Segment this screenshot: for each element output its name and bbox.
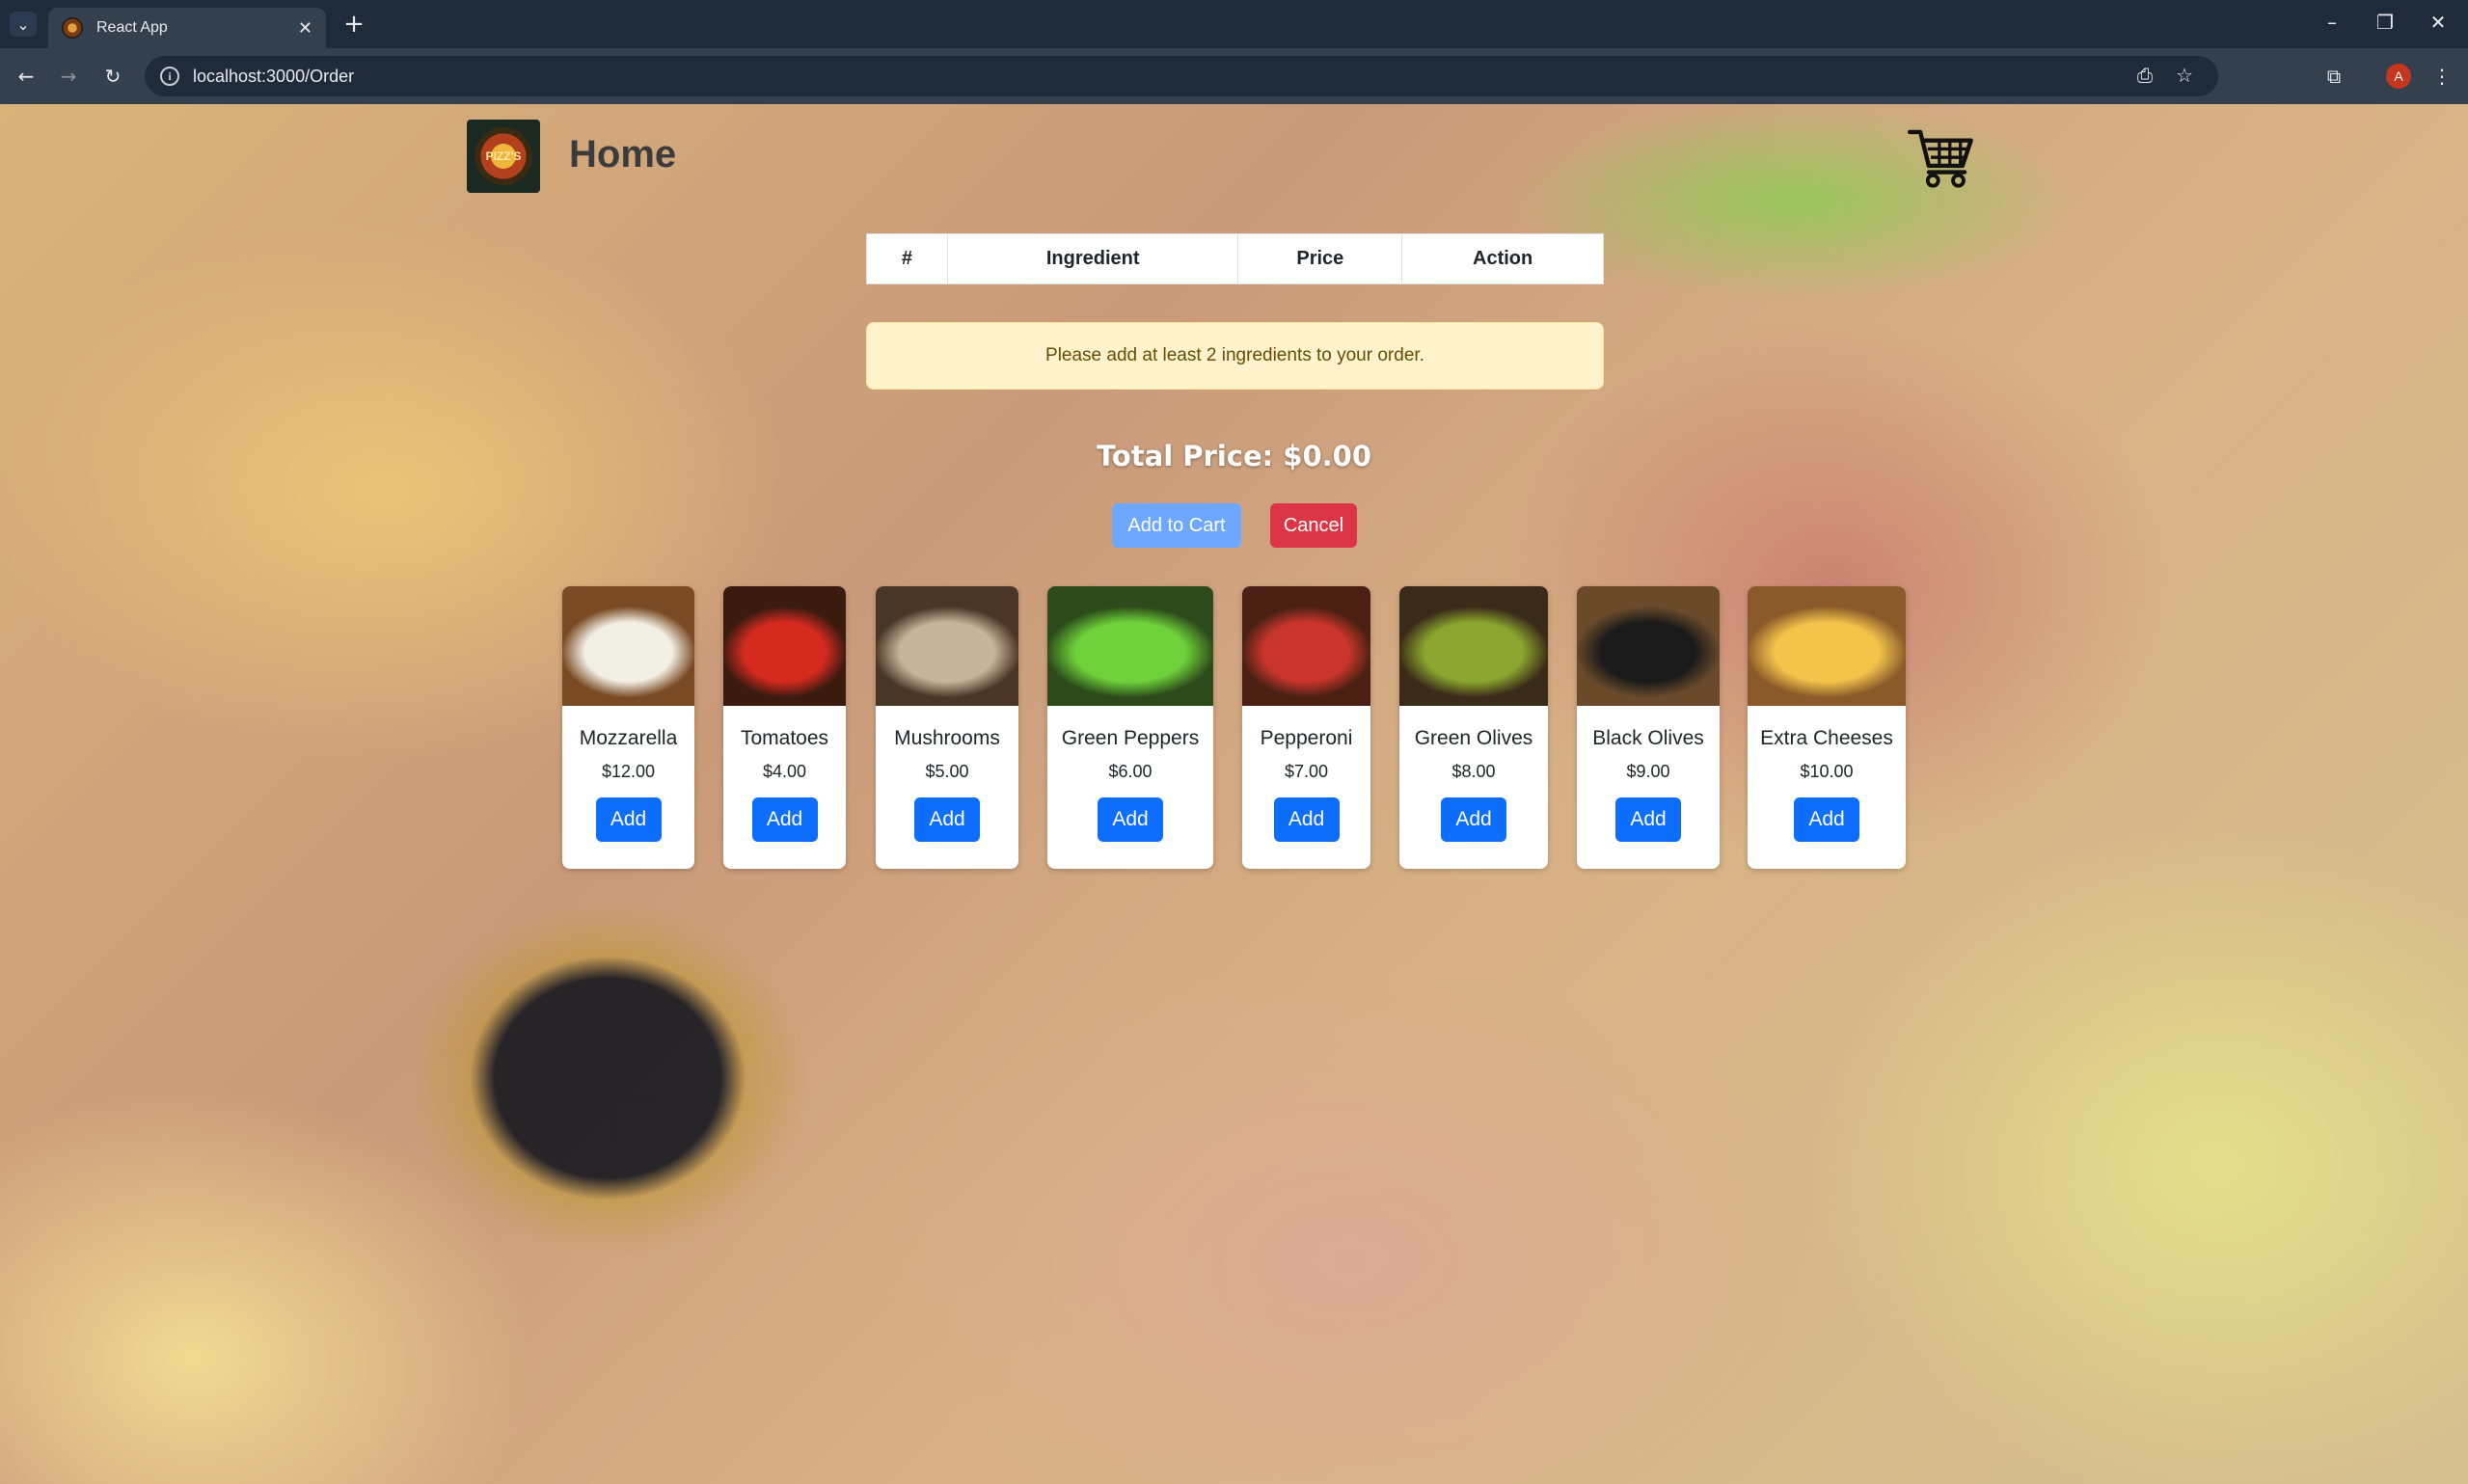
ingredient-card: Extra Cheeses $10.00 Add [1748, 586, 1906, 869]
restore-icon[interactable]: ❐ [2366, 8, 2404, 37]
back-icon[interactable]: ← [12, 62, 41, 91]
ingredient-price: $10.00 [1800, 762, 1854, 781]
add-pepperoni-button[interactable]: Add [1273, 797, 1340, 842]
page-viewport: PIZZ'S Home # Ingredient Price Action Pl… [0, 104, 2468, 1484]
column-header-ingredient: Ingredient [946, 233, 1239, 284]
black-olives-image [1577, 586, 1720, 706]
forward-icon[interactable]: → [54, 62, 83, 91]
column-header-price: Price [1237, 233, 1403, 284]
ingredient-name: Green Olives [1414, 727, 1533, 749]
ingredient-card: Mushrooms $5.00 Add [876, 586, 1018, 869]
ingredient-price: $4.00 [762, 762, 807, 781]
home-link[interactable]: Home [569, 133, 676, 176]
minimize-icon[interactable]: – [2313, 8, 2351, 37]
ingredient-price: $12.00 [601, 762, 656, 781]
add-tomatoes-button[interactable]: Add [751, 797, 818, 842]
pepperoni-image [1242, 586, 1370, 706]
ingredient-name: Mushrooms [894, 727, 1000, 749]
bookmark-star-icon[interactable]: ☆ [2176, 64, 2193, 87]
browser-tab[interactable]: React App ✕ [48, 8, 326, 48]
close-window-icon[interactable]: ✕ [2419, 8, 2457, 37]
mushrooms-image [876, 586, 1018, 706]
add-green-peppers-button[interactable]: Add [1098, 797, 1163, 842]
ingredient-card: Black Olives $9.00 Add [1577, 586, 1720, 869]
install-app-icon[interactable]: ⎙ [2137, 64, 2153, 87]
ingredient-name: Tomatoes [740, 727, 829, 749]
order-table: # Ingredient Price Action [866, 233, 1604, 284]
add-mozzarella-button[interactable]: Add [595, 797, 662, 842]
reload-icon[interactable]: ↻ [98, 62, 127, 91]
ingredient-price: $7.00 [1284, 762, 1329, 781]
ingredient-name: Black Olives [1592, 727, 1704, 749]
ingredient-price: $5.00 [925, 762, 969, 781]
ingredient-card: Green Olives $8.00 Add [1399, 586, 1548, 869]
browser-tab-bar: ⌄ React App ✕ + – ❐ ✕ [0, 0, 2468, 48]
column-header-action: Action [1401, 233, 1604, 284]
total-price: Total Price: $0.00 [1096, 440, 1372, 472]
new-tab-icon[interactable]: + [339, 10, 368, 39]
green-peppers-image [1047, 586, 1213, 706]
menu-kebab-icon[interactable]: ⋮ [2427, 62, 2456, 91]
site-info-icon[interactable]: i [160, 67, 179, 86]
ingredient-price: $9.00 [1626, 762, 1670, 781]
address-bar[interactable]: i localhost:3000/Order ⎙ ☆ [145, 56, 2218, 96]
ingredient-name: Green Peppers [1061, 727, 1200, 749]
add-green-olives-button[interactable]: Add [1441, 797, 1506, 842]
extensions-icon[interactable]: ⧉ [2319, 62, 2348, 91]
column-header-number: # [866, 233, 948, 284]
ingredient-price: $6.00 [1108, 762, 1153, 781]
add-to-cart-button[interactable]: Add to Cart [1112, 503, 1241, 548]
mozzarella-image [562, 586, 694, 706]
ingredient-card: Mozzarella $12.00 Add [562, 586, 694, 869]
tomatoes-image [723, 586, 846, 706]
shopping-cart-icon[interactable] [1908, 121, 1975, 189]
ingredient-card: Tomatoes $4.00 Add [723, 586, 846, 869]
ingredient-price: $8.00 [1451, 762, 1496, 781]
profile-avatar[interactable]: A [2386, 64, 2411, 89]
ingredient-name: Mozzarella [579, 727, 678, 749]
ingredient-card: Pepperoni $7.00 Add [1242, 586, 1370, 869]
min-ingredients-alert: Please add at least 2 ingredients to you… [866, 322, 1604, 390]
favicon-icon [62, 17, 83, 39]
brand-logo[interactable]: PIZZ'S [467, 120, 540, 193]
close-tab-icon[interactable]: ✕ [298, 18, 312, 39]
url-text: localhost:3000/Order [193, 66, 355, 86]
cancel-button[interactable]: Cancel [1270, 503, 1357, 548]
green-olives-image [1399, 586, 1548, 706]
logo-text: PIZZ'S [475, 127, 532, 185]
tab-search-icon[interactable]: ⌄ [10, 12, 37, 37]
add-mushrooms-button[interactable]: Add [914, 797, 980, 842]
extra-cheeses-image [1748, 586, 1906, 706]
table-header-row: # Ingredient Price Action [866, 233, 1604, 284]
add-black-olives-button[interactable]: Add [1615, 797, 1681, 842]
ingredient-card: Green Peppers $6.00 Add [1047, 586, 1213, 869]
ingredient-name: Pepperoni [1260, 727, 1353, 749]
ingredient-name: Extra Cheeses [1760, 727, 1893, 749]
browser-toolbar: ← → ↻ i localhost:3000/Order ⎙ ☆ ⧉ A ⋮ [0, 48, 2468, 104]
add-extra-cheeses-button[interactable]: Add [1794, 797, 1859, 842]
tab-title: React App [96, 19, 168, 36]
